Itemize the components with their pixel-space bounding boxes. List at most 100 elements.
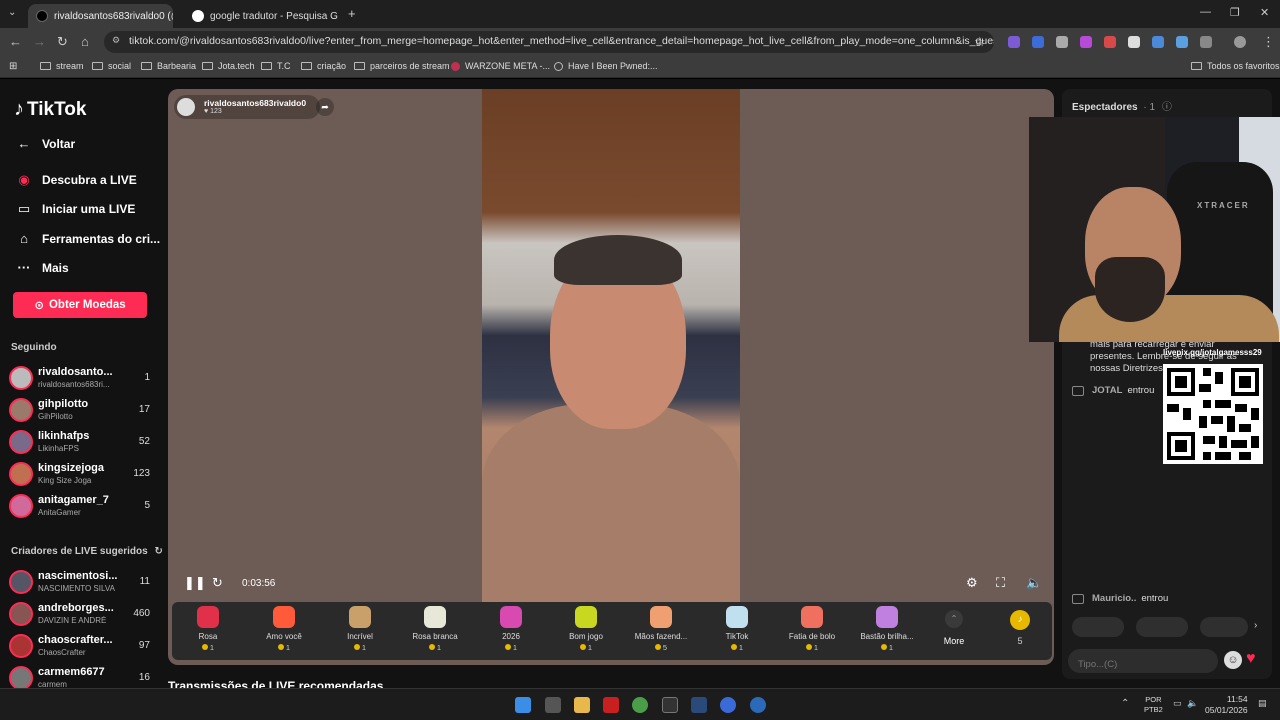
steam-icon[interactable] (691, 697, 707, 713)
refresh-icon[interactable]: ↻ (155, 546, 163, 557)
reaction-chip[interactable] (1200, 617, 1248, 637)
settings-icon[interactable]: ⚙ (966, 575, 978, 591)
host-name: rivaldosantos683rivaldo0 (204, 98, 307, 108)
menu-more[interactable]: ··· Mais (14, 260, 69, 275)
live-video-player[interactable]: rivaldosantos683rivaldo0 ♥ 123 ➦ ❚❚ ↻ 0:… (168, 89, 1054, 665)
tab-tiktok[interactable]: rivaldosantos683rivaldo0 (@... ✕ (28, 4, 173, 28)
refresh-video-icon[interactable]: ↻ (212, 575, 223, 591)
app-blue-icon[interactable] (720, 697, 736, 713)
tray-chevron-up-icon[interactable]: ⌃ (1121, 698, 1129, 709)
menu-start-live[interactable]: ▭ Iniciar uma LIVE (14, 201, 136, 217)
restore-icon[interactable]: ❐ (1230, 6, 1240, 19)
host-avatar (177, 98, 195, 116)
suggested-account[interactable]: nascimentosi... NASCIMENTO SILVA 11 (9, 569, 154, 597)
following-account[interactable]: rivaldosanto... rivaldosantos683ri... 1 (9, 365, 154, 393)
chevron-right-icon[interactable]: › (1254, 620, 1257, 631)
gift-item[interactable]: TikTok 1 (699, 606, 775, 652)
task-view-icon[interactable] (545, 697, 561, 713)
bookmark-folder[interactable]: criação (301, 61, 346, 71)
chat-input[interactable] (1068, 649, 1218, 673)
following-account[interactable]: gihpilotto GihPilotto 17 (9, 397, 154, 425)
notification-icon[interactable]: ▤ (1258, 698, 1267, 709)
bookmark-folder[interactable]: Jota.tech (202, 61, 255, 71)
following-account[interactable]: kingsizejoga King Size Joga 123 (9, 461, 154, 489)
forward-icon[interactable]: → (33, 34, 46, 49)
network-icon[interactable]: ▭ (1173, 698, 1182, 709)
suggested-account[interactable]: chaoscrafter... ChaosCrafter 97 (9, 633, 154, 661)
bookmark-folder[interactable]: stream (40, 61, 84, 71)
input-language[interactable]: POR PTB2 (1144, 695, 1163, 715)
site-info-icon[interactable]: ⚙ (112, 35, 120, 46)
home-icon[interactable]: ⌂ (81, 34, 89, 49)
fullscreen-icon[interactable]: ⛶ (996, 575, 1005, 591)
extension-icon[interactable] (1152, 36, 1164, 48)
close-window-icon[interactable]: ✕ (1260, 6, 1269, 19)
bookmark-link[interactable]: WARZONE META -... (451, 61, 550, 71)
address-bar[interactable]: ⚙ tiktok.com/@rivaldosantos683rivaldo0/l… (104, 31, 994, 53)
gift-item[interactable]: Rosa 1 (170, 606, 246, 652)
all-bookmarks[interactable]: Todos os favoritos (1191, 61, 1280, 71)
apps-grid-icon[interactable]: ⊞ (9, 61, 17, 72)
menu-kebab-icon[interactable]: ⋮ (1262, 34, 1275, 50)
new-tab-icon[interactable]: + (348, 6, 356, 21)
info-icon[interactable]: ⓘ (1162, 102, 1172, 113)
suggested-account[interactable]: carmem6677 carmem 16 (9, 665, 154, 688)
profile-avatar[interactable] (1234, 36, 1246, 48)
reaction-chip[interactable] (1136, 617, 1188, 637)
suggested-account[interactable]: andreborges... DAVIZIN E ANDRÉ 460 (9, 601, 154, 629)
gift-item[interactable]: 2026 1 (473, 606, 549, 652)
file-explorer-icon[interactable] (574, 697, 590, 713)
bookmark-folder[interactable]: parceiros de stream (354, 61, 450, 71)
gift-item[interactable]: Mãos fazend... 5 (623, 606, 699, 652)
minimize-icon[interactable]: — (1200, 6, 1211, 18)
extension-icon[interactable] (1056, 36, 1068, 48)
host-info[interactable]: rivaldosantos683rivaldo0 ♥ 123 (174, 95, 321, 119)
more-gifts-button[interactable]: ⌃ More (938, 610, 970, 646)
gift-item[interactable]: Rosa branca 1 (397, 606, 473, 652)
gift-item[interactable]: Amo você 1 (246, 606, 322, 652)
download-icon[interactable] (1176, 36, 1188, 48)
extensions-puzzle-icon[interactable] (1200, 36, 1212, 48)
get-coins-button[interactable]: ⊙ Obter Moedas (13, 292, 147, 318)
system-clock[interactable]: 11:54 05/01/2026 (1205, 694, 1248, 716)
menu-back[interactable]: ← Voltar (14, 136, 76, 151)
reaction-chip[interactable] (1072, 617, 1124, 637)
tab-search-icon[interactable]: ⌄ (8, 7, 16, 18)
following-account[interactable]: anitagamer_7 AnitaGamer 5 (9, 493, 154, 521)
extension-icon[interactable] (1008, 36, 1020, 48)
share-icon[interactable]: ➦ (316, 98, 334, 116)
back-icon[interactable]: ← (9, 34, 22, 49)
menu-creator-tools[interactable]: ⌂ Ferramentas do cri... (14, 231, 160, 246)
emoji-icon[interactable]: ☺ (1224, 651, 1242, 669)
menu-discover-live[interactable]: ◉ Descubra a LIVE (14, 172, 136, 188)
extension-icon[interactable] (1128, 36, 1140, 48)
extension-icon[interactable] (1032, 36, 1044, 48)
bookmark-link[interactable]: Have I Been Pwned:... (554, 61, 658, 71)
volume-icon[interactable]: 🔈 (1026, 575, 1042, 591)
tab-google[interactable]: google tradutor - Pesquisa Goo... ✕ (184, 4, 338, 28)
windows-start-icon[interactable] (515, 697, 531, 713)
streamer-body (1059, 295, 1279, 342)
gift-item[interactable]: Bastão brilha... 1 (849, 606, 925, 652)
gift-item[interactable]: Incrível 1 (322, 606, 398, 652)
bookmark-folder[interactable]: T.C (261, 61, 291, 71)
bookmark-star-icon[interactable]: ☆ (974, 34, 986, 50)
chrome-icon[interactable] (632, 697, 648, 713)
gift-item[interactable]: Bom jogo 1 (548, 606, 624, 652)
app-chat-icon[interactable] (750, 697, 766, 713)
reload-icon[interactable]: ↻ (57, 34, 68, 50)
heart-like-icon[interactable]: ♥ (1246, 650, 1256, 668)
following-account[interactable]: likinhafps LikinhaFPS 52 (9, 429, 154, 457)
extension-icon[interactable] (1104, 36, 1116, 48)
bookmark-folder[interactable]: Barbearia (141, 61, 196, 71)
speaker-icon[interactable]: 🔈 (1187, 698, 1198, 709)
spectators-header[interactable]: Espectadores · 1 ⓘ (1072, 98, 1172, 113)
gift-item[interactable]: Fatia de bolo 1 (774, 606, 850, 652)
bookmark-folder[interactable]: social (92, 61, 131, 71)
extension-icon[interactable] (1080, 36, 1092, 48)
coin-balance-button[interactable]: ♪ 5 (1004, 610, 1036, 646)
pause-icon[interactable]: ❚❚ (184, 575, 206, 591)
app-red-icon[interactable] (603, 697, 619, 713)
tiktok-logo[interactable]: ♪ TikTok (14, 98, 86, 121)
epic-games-icon[interactable] (662, 697, 678, 713)
